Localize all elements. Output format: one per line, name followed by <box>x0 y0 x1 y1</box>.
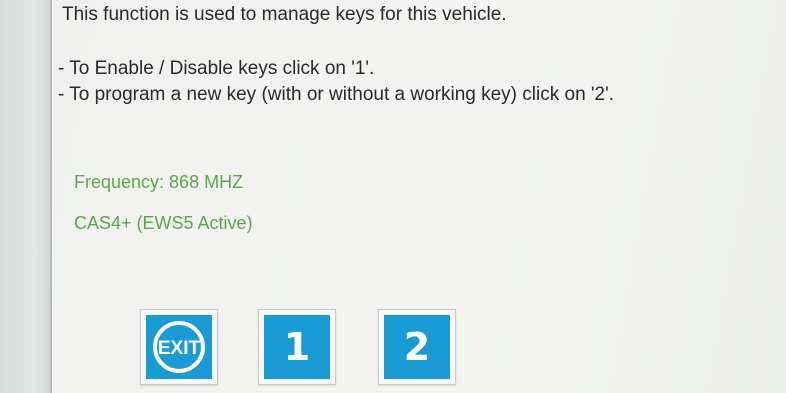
instruction-title: This function is used to manage keys for… <box>62 4 507 25</box>
instruction-line-program-key: - To program a new key (with or without … <box>58 84 615 105</box>
button-1-face: 1 <box>264 315 330 379</box>
left-sidebar-strip <box>0 0 52 393</box>
instruction-line-enable-disable: - To Enable / Disable keys click on '1'. <box>58 58 375 79</box>
button-2-label: 2 <box>403 325 431 369</box>
button-1-label: 1 <box>283 325 311 369</box>
exit-button-face: EXIT <box>146 315 212 379</box>
button-1-enable-disable-keys[interactable]: 1 <box>258 309 336 385</box>
button-2-program-new-key[interactable]: 2 <box>378 309 456 385</box>
main-panel: This function is used to manage keys for… <box>52 0 786 393</box>
button-2-face: 2 <box>384 315 450 379</box>
cas-status-info: CAS4+ (EWS5 Active) <box>74 213 253 233</box>
exit-icon: EXIT <box>153 321 205 373</box>
exit-label: EXIT <box>158 338 201 359</box>
exit-button[interactable]: EXIT <box>140 309 218 385</box>
frequency-info: Frequency: 868 MHZ <box>74 172 244 192</box>
